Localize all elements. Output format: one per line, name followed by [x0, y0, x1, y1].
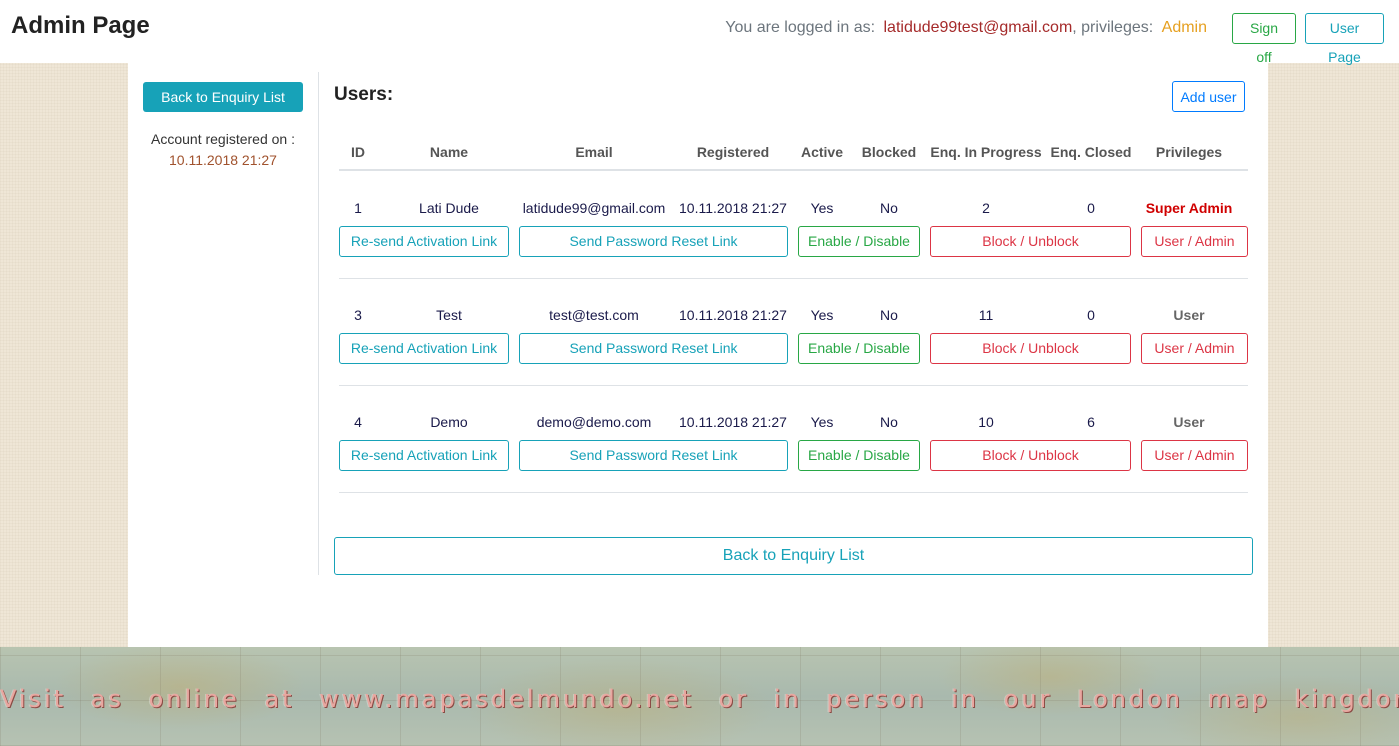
footer-promo-text: Visit as online at www.mapasdelmundo.net… [0, 685, 1399, 713]
cell-email: demo@demo.com [536, 414, 652, 430]
resend-activation-button[interactable]: Re-send Activation Link [339, 333, 509, 364]
col-header-name: Name [429, 144, 469, 160]
col-header-active: Active [800, 144, 844, 160]
user-page-button[interactable]: User Page [1305, 13, 1384, 65]
col-header-email: Email [575, 144, 613, 160]
col-header-in-progress: Enq. In Progress [930, 144, 1042, 160]
col-header-blocked: Blocked [861, 144, 917, 160]
resend-activation-button[interactable]: Re-send Activation Link [339, 226, 509, 257]
cell-active: Yes [810, 414, 834, 430]
cell-in-progress: 2 [982, 200, 990, 216]
cell-registered: 10.11.2018 21:27 [679, 414, 787, 430]
cell-blocked: No [880, 200, 898, 216]
col-header-registered: Registered [696, 144, 770, 160]
send-password-reset-button[interactable]: Send Password Reset Link [519, 226, 788, 257]
cell-id: 4 [354, 414, 362, 430]
cell-id: 3 [354, 307, 362, 323]
privileges-prefix: , privileges: [1072, 19, 1154, 36]
col-header-closed: Enq. Closed [1050, 144, 1132, 160]
bottom-back-to-enquiry-list-button[interactable]: Back to Enquiry List [334, 537, 1253, 575]
logged-in-email: latidude99test@gmail.com [883, 19, 1073, 36]
cell-closed: 0 [1087, 307, 1095, 323]
cell-name: Lati Dude [419, 200, 479, 216]
cell-privileges: Super Admin [1145, 200, 1233, 216]
login-info: You are logged in as: latidude99test@gma… [725, 19, 1207, 37]
col-header-privileges: Privileges [1155, 144, 1223, 160]
enable-disable-button[interactable]: Enable / Disable [798, 226, 920, 257]
user-admin-toggle-button[interactable]: User / Admin [1141, 333, 1248, 364]
user-admin-toggle-button[interactable]: User / Admin [1141, 440, 1248, 471]
table-row: 1 Lati Dude latidude99@gmail.com 10.11.2… [339, 172, 1248, 279]
cell-closed: 0 [1087, 200, 1095, 216]
add-user-button[interactable]: Add user [1172, 81, 1245, 112]
back-to-enquiry-list-button[interactable]: Back to Enquiry List [143, 82, 303, 112]
sidebar-divider [318, 72, 319, 575]
cell-in-progress: 10 [978, 414, 994, 430]
cell-in-progress: 11 [978, 307, 994, 323]
resend-activation-button[interactable]: Re-send Activation Link [339, 440, 509, 471]
logged-in-prefix: You are logged in as: [725, 19, 876, 36]
send-password-reset-button[interactable]: Send Password Reset Link [519, 440, 788, 471]
enable-disable-button[interactable]: Enable / Disable [798, 440, 920, 471]
account-registered-date: 10.11.2018 21:27 [169, 152, 277, 168]
table-header: ID Name Email Registered Active Blocked … [339, 135, 1248, 171]
table-row: 4 Demo demo@demo.com 10.11.2018 21:27 Ye… [339, 386, 1248, 493]
cell-blocked: No [880, 307, 898, 323]
enable-disable-button[interactable]: Enable / Disable [798, 333, 920, 364]
cell-active: Yes [810, 200, 834, 216]
block-unblock-button[interactable]: Block / Unblock [930, 226, 1131, 257]
user-admin-toggle-button[interactable]: User / Admin [1141, 226, 1248, 257]
users-title: Users: [334, 84, 394, 105]
cell-email: test@test.com [549, 307, 639, 323]
table-row: 3 Test test@test.com 10.11.2018 21:27 Ye… [339, 279, 1248, 386]
cell-closed: 6 [1087, 414, 1095, 430]
cell-privileges: User [1173, 414, 1205, 430]
block-unblock-button[interactable]: Block / Unblock [930, 440, 1131, 471]
cell-active: Yes [810, 307, 834, 323]
cell-privileges: User [1173, 307, 1205, 323]
account-registered-label: Account registered on : [151, 131, 295, 147]
cell-registered: 10.11.2018 21:27 [679, 200, 787, 216]
main-panel: Back to Enquiry List Account registered … [128, 63, 1268, 647]
block-unblock-button[interactable]: Block / Unblock [930, 333, 1131, 364]
send-password-reset-button[interactable]: Send Password Reset Link [519, 333, 788, 364]
cell-name: Demo [430, 414, 468, 430]
sign-off-button[interactable]: Sign off [1232, 13, 1296, 65]
cell-name: Test [436, 307, 462, 323]
cell-id: 1 [354, 200, 362, 216]
map-footer-banner: Visit as online at www.mapasdelmundo.net… [0, 647, 1399, 746]
cell-email: latidude99@gmail.com [522, 200, 666, 216]
privileges-value: Admin [1161, 19, 1207, 36]
page-title: Admin Page [11, 12, 150, 39]
top-header: Admin Page You are logged in as: latidud… [0, 0, 1399, 65]
col-header-id: ID [351, 144, 365, 160]
cell-registered: 10.11.2018 21:27 [679, 307, 787, 323]
cell-blocked: No [880, 414, 898, 430]
